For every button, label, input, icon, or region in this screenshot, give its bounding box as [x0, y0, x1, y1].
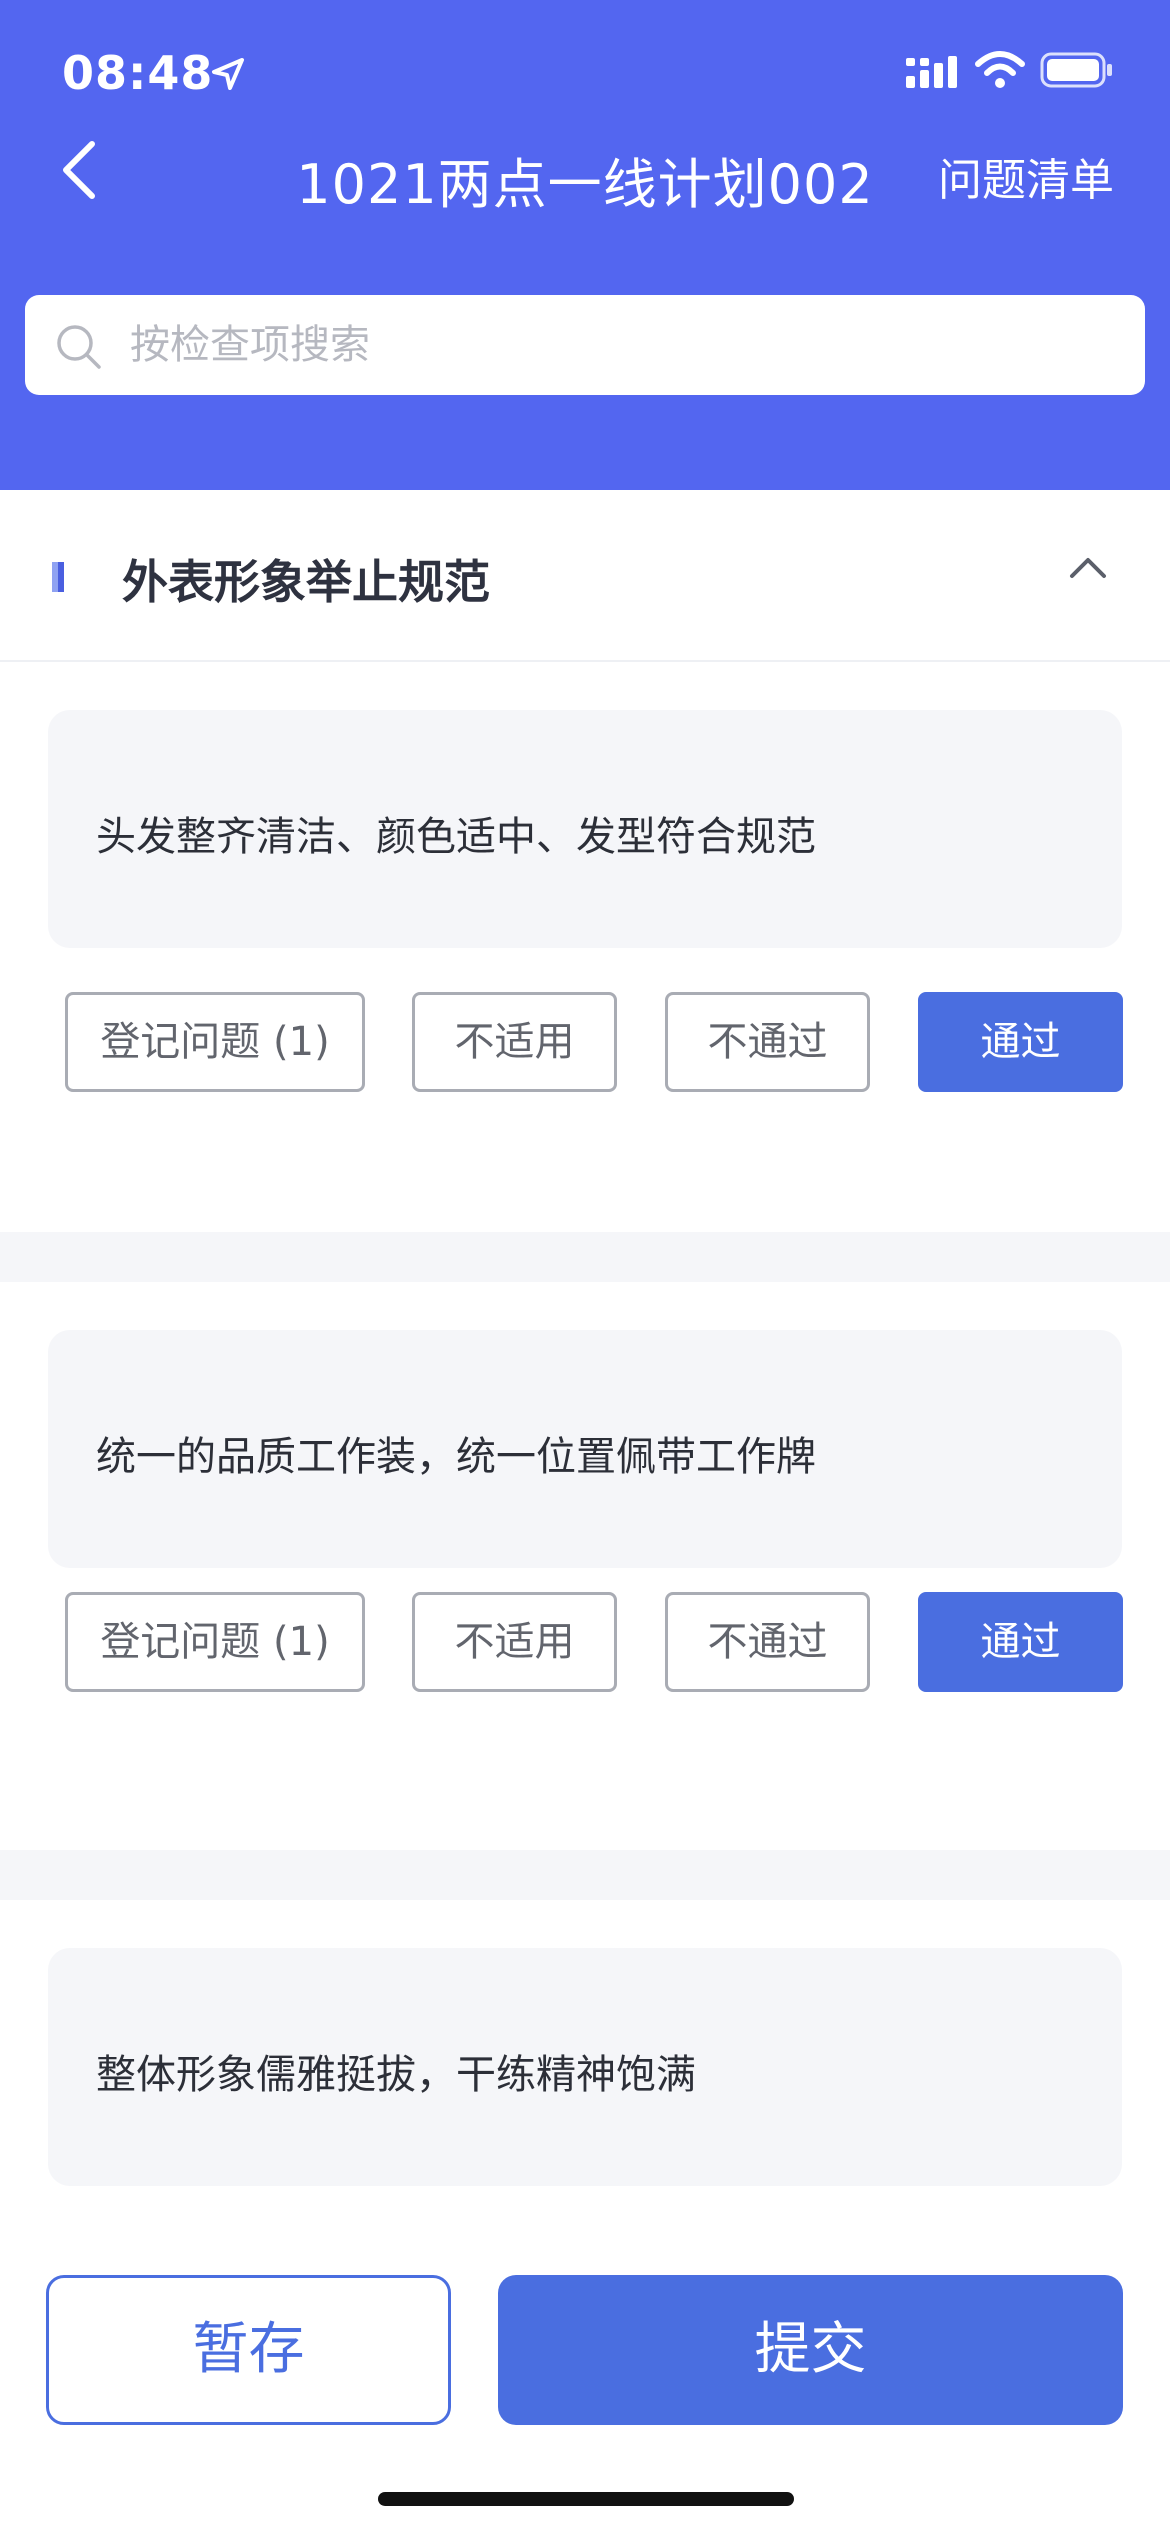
check-item: 头发整齐清洁、颜色适中、发型符合规范 登记问题 (1) 不适用 不通过 通过: [0, 662, 1170, 1232]
register-issue-button[interactable]: 登记问题 (1): [65, 1592, 365, 1692]
item-divider: [0, 1850, 1170, 1900]
status-time: 08:48: [62, 46, 214, 100]
section-marker: [52, 562, 64, 592]
fail-button[interactable]: 不通过: [665, 1592, 870, 1692]
issue-list-link[interactable]: 问题清单: [938, 144, 1114, 208]
home-indicator[interactable]: [378, 2492, 794, 2506]
not-applicable-button[interactable]: 不适用: [412, 992, 617, 1092]
check-item: 统一的品质工作装，统一位置佩带工作牌 登记问题 (1) 不适用 不通过 通过: [0, 1282, 1170, 1852]
check-item-text: 整体形象儒雅挺拔，干练精神饱满: [96, 2052, 696, 2098]
check-item-text: 统一的品质工作装，统一位置佩带工作牌: [96, 1434, 816, 1480]
pass-button[interactable]: 通过: [918, 992, 1123, 1092]
section-header[interactable]: 外表形象举止规范: [0, 490, 1170, 662]
search-icon: [57, 325, 101, 369]
battery-icon: [1040, 52, 1112, 88]
search-bar[interactable]: [25, 295, 1145, 395]
item-divider: [0, 1232, 1170, 1282]
nav-bar: 1021两点一线计划002 问题清单: [0, 120, 1170, 220]
submit-button[interactable]: 提交: [498, 2275, 1123, 2425]
signal-icon: [906, 56, 957, 88]
check-item: 整体形象儒雅挺拔，干练精神饱满: [0, 1900, 1170, 2230]
check-item-text: 头发整齐清洁、颜色适中、发型符合规范: [96, 814, 816, 860]
status-bar: 08:48: [0, 0, 1170, 140]
chevron-up-icon[interactable]: [1068, 552, 1108, 580]
pass-button[interactable]: 通过: [918, 1592, 1123, 1692]
save-draft-button[interactable]: 暂存: [46, 2275, 451, 2425]
section-title: 外表形象举止规范: [122, 555, 490, 609]
wifi-icon: [975, 51, 1025, 88]
fail-button[interactable]: 不通过: [665, 992, 870, 1092]
header: 08:48 1021两点一线计划002 问题清单: [0, 0, 1170, 490]
register-issue-button[interactable]: 登记问题 (1): [65, 992, 365, 1092]
bottom-action-bar: 暂存 提交: [0, 2230, 1170, 2532]
check-item-description: 整体形象儒雅挺拔，干练精神饱满: [48, 1948, 1122, 2186]
location-arrow-icon: [212, 58, 244, 90]
not-applicable-button[interactable]: 不适用: [412, 1592, 617, 1692]
search-input[interactable]: [130, 295, 1110, 395]
check-item-description: 头发整齐清洁、颜色适中、发型符合规范: [48, 710, 1122, 948]
check-item-description: 统一的品质工作装，统一位置佩带工作牌: [48, 1330, 1122, 1568]
